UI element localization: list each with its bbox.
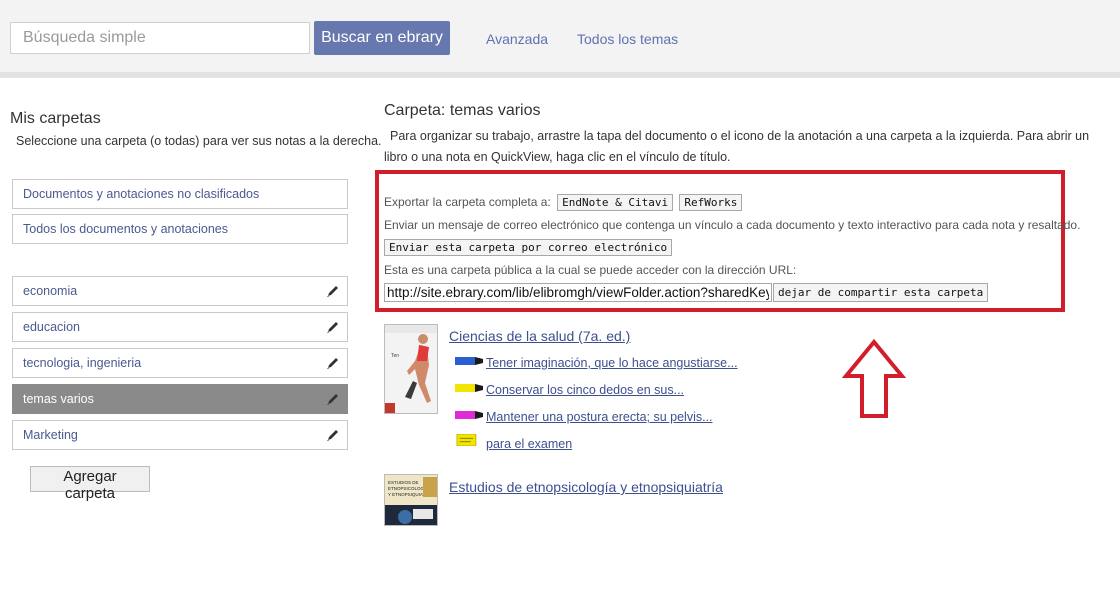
highlight-icon [455, 357, 483, 365]
export-label: Exportar la carpeta completa a: [384, 195, 551, 209]
top-search-bar: Buscar en ebrary Avanzada Todos los tema… [0, 0, 1120, 78]
note-link[interactable]: Mantener una postura erecta; su pelvis..… [486, 410, 713, 424]
folders-heading: Mis carpetas [10, 110, 101, 127]
folder-label: educacion [23, 320, 80, 334]
folder-temas-varios[interactable]: temas varios [12, 384, 348, 414]
book-cover[interactable]: ESTUDIOS DE ETNOPSICOLOGÍA Y ETNOPSIQUIA… [384, 474, 438, 526]
folder-title: Carpeta: temas varios [384, 102, 541, 119]
folder-all-documents[interactable]: Todos los documentos y anotaciones [12, 214, 348, 244]
refworks-button[interactable]: RefWorks [679, 194, 743, 211]
highlight-icon [455, 411, 483, 419]
pencil-icon[interactable] [325, 427, 341, 443]
endnote-button[interactable]: EndNote & Citavi [557, 194, 674, 211]
folder-label: Documentos y anotaciones no clasificados [23, 187, 260, 201]
note-link[interactable]: para el examen [486, 437, 572, 451]
search-button[interactable]: Buscar en ebrary [314, 21, 450, 55]
folder-label: tecnologia, ingenieria [23, 356, 142, 370]
note-link[interactable]: Conservar los cinco dedos en sus... [486, 383, 684, 397]
search-input[interactable] [10, 22, 310, 54]
svg-text:ESTUDIOS DE: ESTUDIOS DE [388, 480, 419, 485]
export-row: Exportar la carpeta completa a: EndNote … [384, 194, 743, 211]
pencil-icon[interactable] [325, 283, 341, 299]
book-title-link[interactable]: Ciencias de la salud (7a. ed.) [449, 328, 630, 344]
svg-text:ETNOPSICOLOGÍA: ETNOPSICOLOGÍA [388, 485, 428, 491]
folder-marketing[interactable]: Marketing [12, 420, 348, 450]
folder-economia[interactable]: economia [12, 276, 348, 306]
email-row: Enviar esta carpeta por correo electróni… [381, 239, 673, 256]
pencil-icon[interactable] [325, 355, 341, 371]
unshare-button[interactable]: dejar de compartir esta carpeta [773, 283, 989, 302]
public-description: Esta es una carpeta pública a la cual se… [384, 263, 797, 277]
note-link[interactable]: Tener imaginación, que lo hace angustiar… [486, 356, 738, 370]
book-cover[interactable]: Ten [384, 324, 438, 414]
folder-tecnologia[interactable]: tecnologia, ingenieria [12, 348, 348, 378]
share-url-field[interactable] [384, 283, 772, 302]
book-title-link[interactable]: Estudios de etnopsicología y etnopsiquia… [449, 479, 723, 495]
folder-label: economia [23, 284, 78, 298]
email-description: Enviar un mensaje de correo electrónico … [384, 218, 1081, 232]
folders-description: Seleccione una carpeta (o todas) para ve… [16, 134, 382, 148]
email-folder-button[interactable]: Enviar esta carpeta por correo electróni… [384, 239, 673, 256]
svg-text:Ten: Ten [391, 353, 399, 359]
pencil-icon[interactable] [325, 319, 341, 335]
folder-unclassified[interactable]: Documentos y anotaciones no clasificados [12, 179, 348, 209]
all-subjects-link[interactable]: Todos los temas [577, 31, 678, 47]
folder-label: Marketing [23, 428, 78, 442]
note-icon [456, 434, 477, 446]
advanced-search-link[interactable]: Avanzada [486, 31, 548, 47]
folder-educacion[interactable]: educacion [12, 312, 348, 342]
folder-instructions: Para organizar su trabajo, arrastre la t… [384, 129, 1090, 164]
folder-label: Todos los documentos y anotaciones [23, 222, 228, 236]
book-cover-image: ESTUDIOS DE ETNOPSICOLOGÍA Y ETNOPSIQUIA… [385, 475, 437, 525]
pencil-icon[interactable] [325, 391, 341, 407]
add-folder-button[interactable]: Agregar carpeta [30, 466, 150, 502]
up-arrow-icon [842, 338, 906, 418]
highlight-icon [455, 384, 483, 392]
folder-label: temas varios [23, 392, 94, 406]
book-cover-image: Ten [385, 325, 437, 413]
